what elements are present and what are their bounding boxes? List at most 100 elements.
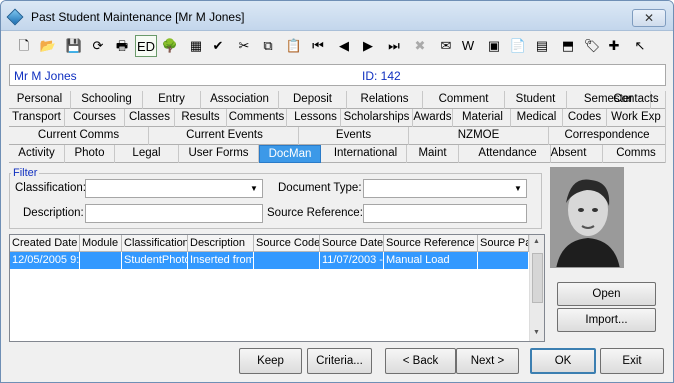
spellcheck-icon[interactable]: ✔ [207,35,229,57]
column-header[interactable]: Created Date [10,235,80,252]
source-reference-field[interactable] [363,204,527,223]
tab-current-comms[interactable]: Current Comms [9,127,149,145]
tab-association[interactable]: Association [201,91,279,109]
tab-deposit[interactable]: Deposit [279,91,347,109]
tab-schooling[interactable]: Schooling [71,91,143,109]
tab-row-1: Personal Schooling Entry Association Deposit… [9,91,666,109]
table-cell: Manual Load [384,252,478,269]
column-header[interactable]: Source Reference [384,235,478,252]
tab-results[interactable]: Results [175,109,227,127]
import-button[interactable]: Import... [557,308,656,332]
clipboard-icon[interactable]: 📄 [507,35,529,57]
tab-transport[interactable]: Transport [9,109,65,127]
word-icon[interactable]: W [457,35,479,57]
paste-icon[interactable]: 📋 [283,35,305,57]
tab-maint[interactable]: Maint [407,145,459,163]
column-header[interactable]: Source Code [254,235,320,252]
tab-codes[interactable]: Codes [563,109,607,127]
table-cell [80,252,122,269]
copy-icon[interactable]: ⧉ [257,35,279,57]
first-record-icon[interactable]: ⏮ [307,35,329,57]
tab-nzmoe[interactable]: NZMOE [409,127,549,145]
window: Past Student Maintenance [Mr M Jones] ✕ … [0,0,674,383]
tab-events[interactable]: Events [299,127,409,145]
tab-work-exp[interactable]: Work Exp [607,109,666,127]
previous-record-icon[interactable]: ◀ [333,35,355,57]
tag-icon[interactable]: 🏷 [581,35,603,57]
classification-label: Classification: [15,182,86,194]
edit-mode-icon[interactable]: ED [135,35,157,57]
calculator-icon[interactable]: ▦ [185,35,207,57]
scroll-down-icon[interactable]: ▼ [533,329,540,336]
tab-user-forms[interactable]: User Forms [179,145,259,163]
classification-combo[interactable]: ▼ [85,179,263,198]
tab-current-events[interactable]: Current Events [151,127,299,145]
exit-button[interactable]: Exit [600,348,664,374]
toolbar: 🗋 📂 💾 ⟳ 🖶 ED 🌳 ▦ ✔ ✂ ⧉ 📋 ⏮ ◀ ▶ ⏭ ✖ ✉ W ▣ 📄 ▤ ⬒ 🏷 ✚ ↖ [5,32,671,60]
table-cell: StudentPhoto [122,252,188,269]
next-button[interactable]: Next > [456,348,519,374]
tab-personal[interactable]: Personal [9,91,71,109]
close-button[interactable]: ✕ [632,9,666,27]
tab-student[interactable]: Student [505,91,567,109]
tab-comments[interactable]: Comments [227,109,287,127]
keep-button[interactable]: Keep [239,348,302,374]
tab-comms[interactable]: Comms [607,145,666,163]
tab-contacts[interactable]: Contacts [607,91,666,109]
back-button[interactable]: < Back [385,348,456,374]
tab-classes[interactable]: Classes [125,109,175,127]
tab-scholarships[interactable]: Scholarships [341,109,413,127]
tab-legal[interactable]: Legal [115,145,179,163]
print-icon[interactable]: 🖶 [111,35,133,57]
ok-button-label: OK [554,355,572,367]
open-button[interactable]: Open [557,282,656,306]
vertical-scrollbar[interactable]: ▲ ▼ [529,235,544,341]
tab-material[interactable]: Material [455,109,511,127]
ok-button[interactable]: OK [530,348,596,374]
tab-entry[interactable]: Entry [143,91,201,109]
document-type-combo[interactable]: ▼ [363,179,527,198]
delete-icon[interactable]: ✖ [409,35,431,57]
scroll-thumb[interactable] [532,253,543,303]
column-header[interactable]: Classification [122,235,188,252]
cut-icon[interactable]: ✂ [233,35,255,57]
last-record-icon[interactable]: ⏭ [383,35,405,57]
new-icon[interactable]: 🗋 [13,35,35,57]
scroll-up-icon[interactable]: ▲ [533,238,540,245]
tab-photo[interactable]: Photo [65,145,115,163]
excel-icon[interactable]: ▣ [483,35,505,57]
open-icon[interactable]: 📂 [37,35,59,57]
tab-activity[interactable]: Activity [9,145,65,163]
pointer-icon[interactable]: ↖ [629,35,651,57]
refresh-icon[interactable]: ⟳ [87,35,109,57]
table-cell [478,252,529,269]
chevron-down-icon[interactable]: ▼ [511,181,525,196]
criteria-button[interactable]: Criteria... [307,348,372,374]
tab-international[interactable]: International [325,145,407,163]
chevron-down-icon[interactable]: ▼ [247,181,261,196]
tab-relations[interactable]: Relations [347,91,423,109]
tab-lessons[interactable]: Lessons [291,109,341,127]
stamp-icon[interactable]: ⬒ [557,35,579,57]
column-header[interactable]: Description [188,235,254,252]
tab-row-3: Current Comms Current Events Events NZMOE Co… [9,127,666,145]
tab-correspondence[interactable]: Correspondence [549,127,666,145]
tab-docman[interactable]: DocMan [259,145,321,163]
back-button-label: < Back [402,355,439,367]
column-header[interactable]: Module [80,235,122,252]
next-record-icon[interactable]: ▶ [357,35,379,57]
column-header[interactable]: Source Pa [478,235,529,252]
table-row[interactable]: 12/05/2005 9: StudentPhoto Inserted from 11… [10,252,529,269]
calendar-icon[interactable]: ▤ [531,35,553,57]
column-header[interactable]: Source Date [320,235,384,252]
tree-icon[interactable]: 🌳 [159,35,181,57]
tab-awards[interactable]: Awards [413,109,453,127]
tab-medical[interactable]: Medical [511,109,563,127]
tab-absent[interactable]: Absent [535,145,603,163]
tab-comment[interactable]: Comment [423,91,505,109]
description-field[interactable] [85,204,263,223]
email-icon[interactable]: ✉ [435,35,457,57]
tab-courses[interactable]: Courses [65,109,125,127]
add-note-icon[interactable]: ✚ [603,35,625,57]
save-icon[interactable]: 💾 [63,35,85,57]
